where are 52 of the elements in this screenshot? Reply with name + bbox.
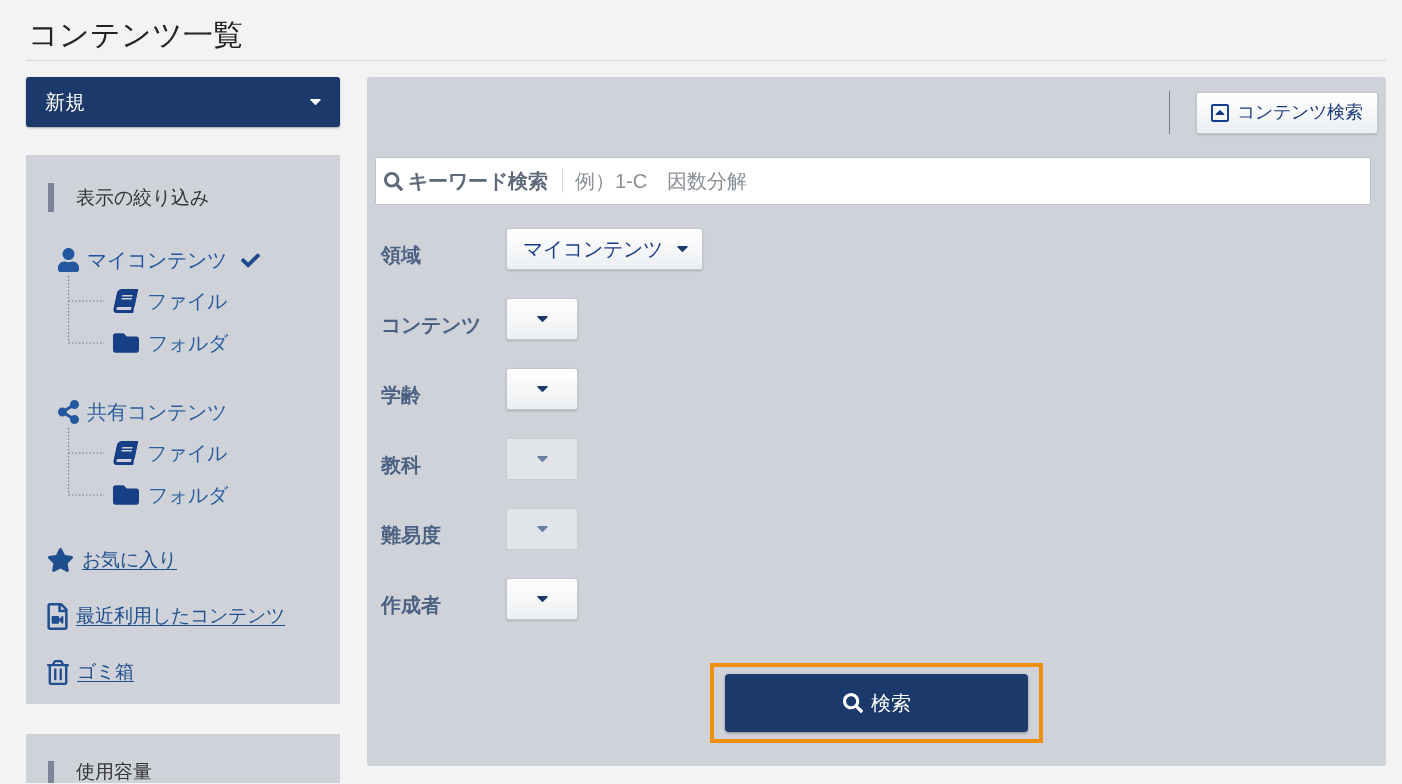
page-title: コンテンツ一覧: [27, 17, 243, 53]
share-icon: [58, 400, 79, 424]
caret-icon: [536, 316, 548, 322]
panel-heading: 表示の絞り込み: [76, 186, 209, 210]
book-icon: [112, 289, 139, 313]
panel-heading: 使用容量: [76, 761, 152, 783]
caret-icon: [310, 99, 321, 105]
book-icon: [112, 441, 139, 465]
tree-item[interactable]: ファイル: [113, 280, 228, 322]
caret-icon: [536, 456, 548, 462]
field-label: 学齢: [381, 383, 421, 408]
search-icon: [842, 693, 863, 713]
keyword-search-field[interactable]: キーワード検索 例）1-C 因数分解: [375, 157, 1371, 205]
tree-item[interactable]: マイコンテンツ: [58, 244, 260, 276]
folder-icon: [113, 485, 139, 505]
field-label: 領域: [381, 243, 421, 268]
dropdown-select[interactable]: [506, 368, 578, 410]
field-label: 作成者: [381, 593, 441, 618]
caret-icon: [677, 246, 688, 252]
dropdown-select[interactable]: [506, 578, 578, 620]
tree-item[interactable]: フォルダ: [113, 322, 228, 364]
heading-accent-bar: [48, 183, 54, 212]
search-button[interactable]: 検索: [725, 674, 1028, 732]
sidebar-link[interactable]: お気に入り: [47, 544, 177, 576]
user-icon: [58, 248, 79, 272]
field-label: コンテンツ: [381, 313, 481, 338]
star-icon: [47, 548, 74, 572]
caret-icon: [536, 596, 548, 602]
new-dropdown-button[interactable]: 新規: [26, 77, 340, 127]
check-icon: [241, 252, 260, 268]
field-label: 教科: [381, 453, 421, 478]
collapse-icon: [1211, 103, 1229, 122]
sidebar-link[interactable]: ゴミ箱: [47, 656, 134, 688]
folder-icon: [113, 333, 139, 353]
caret-icon: [536, 526, 548, 532]
heading-accent-bar: [48, 761, 54, 783]
field-label: 難易度: [381, 523, 441, 548]
tree-item[interactable]: ファイル: [113, 432, 228, 474]
field-label: キーワード検索: [408, 169, 548, 194]
dropdown-select[interactable]: [506, 298, 578, 340]
tree-item[interactable]: 共有コンテンツ: [58, 396, 227, 428]
tree-connector: [68, 428, 104, 496]
tree-connector: [68, 276, 104, 344]
search-icon: [384, 171, 403, 191]
search-toggle-button[interactable]: コンテンツ検索: [1196, 91, 1378, 134]
trash-icon: [47, 659, 69, 685]
caret-icon: [536, 386, 548, 392]
keyword-input[interactable]: 例）1-C 因数分解: [575, 166, 1362, 196]
sidebar-link[interactable]: 最近利用したコンテンツ: [47, 600, 285, 632]
dropdown-select[interactable]: マイコンテンツ: [506, 228, 703, 270]
video-file-icon: [47, 602, 68, 630]
tree-item[interactable]: フォルダ: [113, 474, 228, 516]
